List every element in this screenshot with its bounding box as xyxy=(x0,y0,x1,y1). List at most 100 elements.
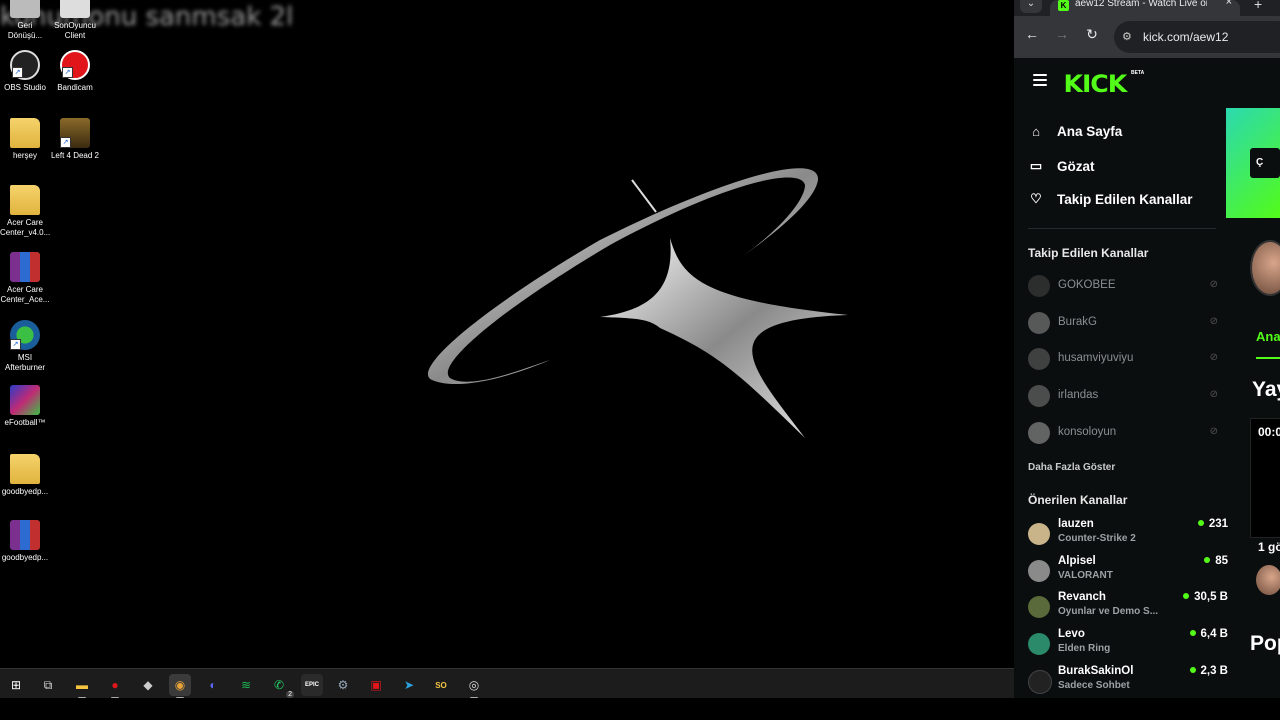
kick-logo[interactable]: KICK xyxy=(1064,70,1128,98)
desktop-icon-left4dead2[interactable]: ↗ Left 4 Dead 2 xyxy=(50,118,100,161)
main-content-peek: Ç Ana Yay 00:0 1 gö Pop xyxy=(1226,58,1280,698)
live-dot-icon xyxy=(1197,520,1204,526)
tab-close-icon[interactable]: × xyxy=(1226,0,1232,8)
tab-home[interactable]: Ana xyxy=(1256,329,1280,344)
desktop-icon-sonoyuncu[interactable]: SonOyuncu Client xyxy=(50,0,100,41)
followed-channel-item[interactable]: konsoloyun ⊘ xyxy=(1028,419,1218,447)
forward-button[interactable]: → xyxy=(1052,26,1072,42)
tab-strip: ⌄ Kaew12 Stream - Watch Live on Kick × + xyxy=(1014,0,1280,16)
app-icon[interactable]: ◆ xyxy=(137,674,159,696)
recommended-channel-item[interactable]: BurakSakinOl Sadece Sohbet 2,3 B xyxy=(1028,665,1228,697)
desktop-icon-label: Bandicam xyxy=(57,83,93,92)
site-info-icon[interactable]: ⚙ xyxy=(1122,30,1132,43)
heart-icon: ♡ xyxy=(1030,191,1042,206)
url-text: kick.com/aew12 xyxy=(1143,30,1229,44)
discord-icon[interactable]: ◐ xyxy=(202,674,224,696)
recommended-channel-item[interactable]: lauzen Counter-Strike 2 231 xyxy=(1028,518,1228,550)
task-view-icon[interactable]: ⧉ xyxy=(37,674,59,696)
channel-name: konsoloyun xyxy=(1058,426,1117,438)
banner-button[interactable]: Ç xyxy=(1250,148,1280,178)
channel-category: Counter-Strike 2 xyxy=(1058,533,1136,544)
followed-channel-item[interactable]: GOKOBEE ⊘ xyxy=(1028,272,1218,300)
desktop-icon-msi-afterburner[interactable]: ↗ MSI Afterburner xyxy=(0,320,50,373)
divider xyxy=(1028,228,1216,229)
viewer-count-value: 30,5 B xyxy=(1194,591,1228,603)
steam-icon[interactable]: ⚙ xyxy=(332,674,354,696)
recycle-bin-icon xyxy=(10,0,40,18)
channel-avatar xyxy=(1028,312,1050,334)
desktop-icon-label: goodbyedp... xyxy=(1,553,49,562)
reload-button[interactable]: ↻ xyxy=(1082,26,1102,43)
channel-avatar xyxy=(1028,275,1050,297)
url-bar[interactable]: ⚙ kick.com/aew12 xyxy=(1114,21,1280,53)
channel-avatar xyxy=(1028,523,1050,545)
channel-name: Revanch xyxy=(1058,591,1106,603)
channel-name: BurakG xyxy=(1058,316,1097,328)
back-button[interactable]: ← xyxy=(1022,26,1042,42)
offline-icon: ⊘ xyxy=(1209,389,1218,400)
followed-channel-item[interactable]: BurakG ⊘ xyxy=(1028,309,1218,337)
spotify-icon[interactable]: ≋ xyxy=(235,674,257,696)
desktop-icon-recycle-bin[interactable]: Geri Dönüşü... xyxy=(0,0,50,41)
desktop-icon-efootball[interactable]: eFootball™ xyxy=(0,385,50,428)
channel-avatar xyxy=(1028,633,1050,655)
browse-icon: ▭ xyxy=(1029,158,1043,173)
obs-icon[interactable]: ◎ xyxy=(463,674,485,699)
epic-games-icon[interactable]: EPIC xyxy=(301,674,323,696)
video-duration: 00:0 xyxy=(1258,425,1280,439)
file-explorer-icon[interactable]: ▬ xyxy=(71,674,93,699)
efootball-icon xyxy=(10,385,40,415)
desktop-icon-folder-hersey[interactable]: herşey xyxy=(0,118,50,161)
viewer-count: 2,3 B xyxy=(1189,665,1228,677)
nav-following[interactable]: ♡ Takip Edilen Kanallar xyxy=(1028,191,1193,207)
recommended-channel-item[interactable]: Alpisel VALORANT 85 xyxy=(1028,555,1228,587)
tab-title: aew12 Stream - Watch Live on Kick xyxy=(1075,0,1207,8)
channel-name: Alpisel xyxy=(1058,555,1096,567)
recommended-channel-item[interactable]: Levo Elden Ring 6,4 B xyxy=(1028,628,1228,660)
address-bar-row: ← → ↻ ⚙ kick.com/aew12 xyxy=(1014,16,1280,58)
desktop-icon-acer-care-folder[interactable]: Acer Care Center_v4.0... xyxy=(0,185,50,238)
video-author-avatar[interactable] xyxy=(1256,565,1280,595)
desktop-icon-goodbyedpi-archive[interactable]: goodbyedp... xyxy=(0,520,50,563)
nav-home[interactable]: ⌂ Ana Sayfa xyxy=(1028,124,1122,139)
desktop-icon-label: Acer Care Center_Ace... xyxy=(0,285,50,304)
channel-name: lauzen xyxy=(1058,518,1094,530)
telegram-icon[interactable]: ➤ xyxy=(398,674,420,696)
desktop-icon-label: herşey xyxy=(12,151,37,160)
windows-start-icon[interactable]: ⊞ xyxy=(5,674,27,696)
sonoyuncu-icon[interactable]: SO xyxy=(430,674,452,696)
desktop-icon-goodbyedpi-folder[interactable]: goodbyedp... xyxy=(0,454,50,497)
channel-avatar xyxy=(1028,560,1050,582)
bandicam-icon[interactable]: ● xyxy=(104,674,126,699)
winrar-archive-icon xyxy=(10,520,40,550)
show-more-link[interactable]: Daha Fazla Göster xyxy=(1028,462,1115,473)
nav-browse[interactable]: ▭ Gözat xyxy=(1028,158,1095,174)
desktop-icon-obs[interactable]: ↗ OBS Studio xyxy=(0,50,50,93)
new-tab-button[interactable]: + xyxy=(1254,0,1262,12)
channel-avatar xyxy=(1028,348,1050,370)
whatsapp-icon[interactable]: ✆ 2 xyxy=(268,674,294,698)
app-red-icon[interactable]: ▣ xyxy=(365,674,387,696)
nav-label: Takip Edilen Kanallar xyxy=(1057,191,1193,207)
menu-icon[interactable] xyxy=(1033,74,1047,89)
followed-channel-item[interactable]: irlandas ⊘ xyxy=(1028,382,1218,410)
channel-name: GOKOBEE xyxy=(1058,279,1116,291)
offline-icon: ⊘ xyxy=(1209,279,1218,290)
desktop-icon-acer-care-archive[interactable]: Acer Care Center_Ace... xyxy=(0,252,50,305)
viewer-count: 30,5 B xyxy=(1183,591,1228,603)
tab-kick-stream[interactable]: Kaew12 Stream - Watch Live on Kick × xyxy=(1050,0,1240,16)
wallpaper-star-logo xyxy=(427,168,848,438)
folder-icon xyxy=(10,454,40,484)
desktop-icon-label: Geri Dönüşü... xyxy=(7,21,43,40)
desktop-icon-bandicam[interactable]: ↗ Bandicam xyxy=(50,50,100,93)
offline-icon: ⊘ xyxy=(1209,316,1218,327)
streamer-avatar[interactable] xyxy=(1250,240,1280,296)
offline-icon: ⊘ xyxy=(1209,426,1218,437)
recommended-channel-item[interactable]: Revanch Oyunlar ve Demo S... 30,5 B xyxy=(1028,591,1228,623)
tab-search-button[interactable]: ⌄ xyxy=(1020,0,1042,13)
followed-channel-item[interactable]: husamviyuviyu ⊘ xyxy=(1028,345,1218,373)
shortcut-arrow-icon: ↗ xyxy=(62,67,73,78)
chrome-icon[interactable]: ◉ xyxy=(169,674,191,699)
desktop-icon-label: MSI Afterburner xyxy=(4,353,46,372)
browser-window: ⌄ Kaew12 Stream - Watch Live on Kick × +… xyxy=(1014,0,1280,698)
